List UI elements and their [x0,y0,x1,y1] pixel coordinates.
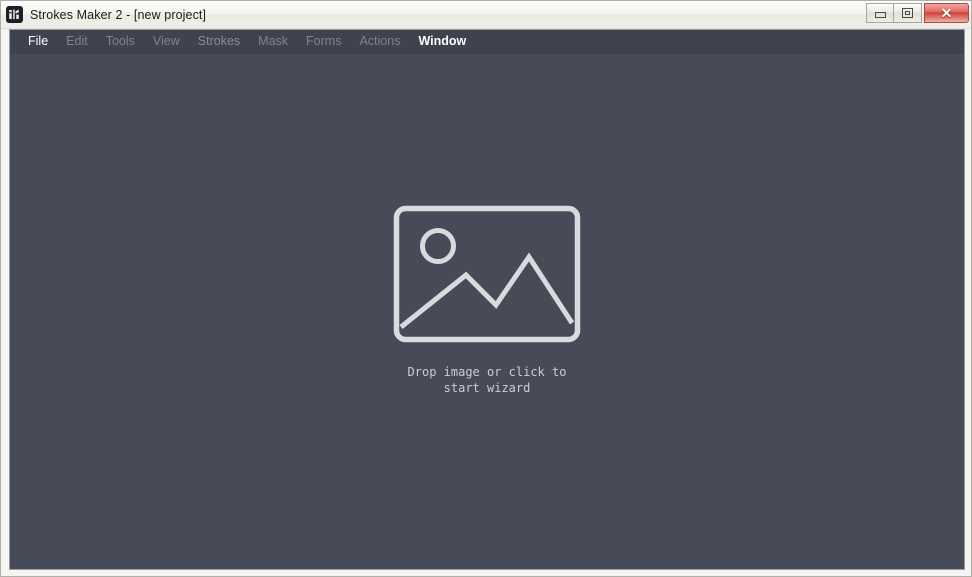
close-button[interactable]: ✕ [924,3,969,23]
menu-item-tools[interactable]: Tools [97,32,144,52]
drop-hint-text: Drop image or click to start wizard [407,364,567,395]
minimize-icon [874,12,886,18]
menu-item-actions[interactable]: Actions [350,32,409,52]
application-window: Strokes Maker 2 - [new project] ✕ File E… [0,0,972,577]
menu-item-forms[interactable]: Forms [297,32,350,52]
maximize-restore-button[interactable] [894,3,922,23]
menu-item-strokes[interactable]: Strokes [189,32,249,52]
restore-icon [902,8,913,18]
canvas-area[interactable]: Drop image or click to start wizard [10,54,964,569]
window-title: Strokes Maker 2 - [new project] [30,7,207,22]
client-area: File Edit Tools View Strokes Mask Forms … [9,29,965,570]
menu-item-edit[interactable]: Edit [57,32,97,52]
menu-item-mask[interactable]: Mask [249,32,297,52]
image-drop-zone[interactable]: Drop image or click to start wizard [392,204,582,396]
minimize-button[interactable] [866,3,894,23]
app-logo-icon [6,6,23,23]
image-placeholder-icon [393,205,581,342]
menu-item-file[interactable]: File [19,32,57,52]
menu-item-window[interactable]: Window [409,32,475,52]
title-bar[interactable]: Strokes Maker 2 - [new project] ✕ [1,1,971,29]
menu-bar: File Edit Tools View Strokes Mask Forms … [10,30,964,54]
close-icon: ✕ [940,5,953,21]
menu-item-view[interactable]: View [144,32,189,52]
window-controls: ✕ [866,3,969,23]
